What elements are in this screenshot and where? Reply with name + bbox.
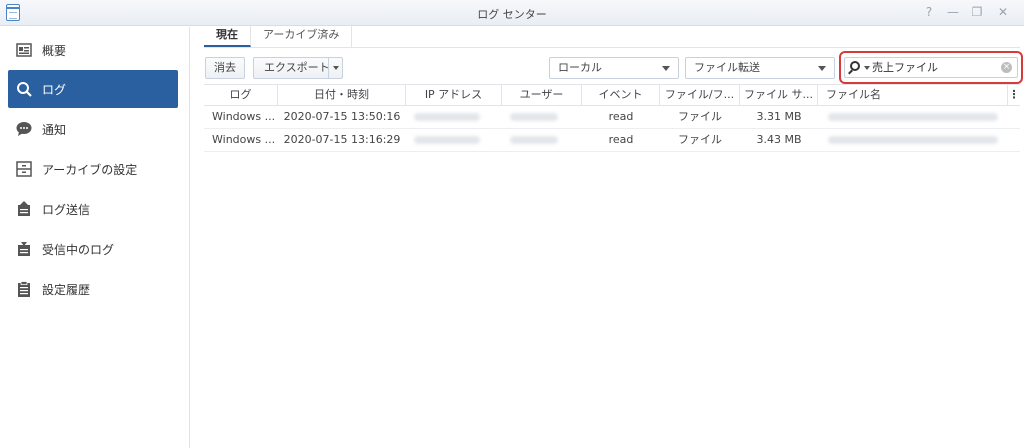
table-header: ログ 日付・時刻 IP アドレス ユーザー イベント ファイル/フ... ファイ… [204,84,1020,106]
chevron-down-icon [662,66,670,71]
search-icon[interactable] [850,61,860,71]
cell-log: Windows ... [212,110,276,123]
export-dropdown-icon[interactable] [328,58,342,78]
tab-bar: 現在 アーカイブ済み [204,24,353,47]
sidebar-item-log-send[interactable]: ログ送信 [8,190,178,228]
sidebar-item-log-receive[interactable]: 受信中のログ [8,230,178,268]
cell-datetime: 2020-07-15 13:16:29 [283,133,401,146]
clear-search-icon[interactable]: × [1001,62,1012,73]
column-header-file-type[interactable]: ファイル/フ... [660,85,740,106]
search-input-value: 売上ファイル [872,61,938,74]
overview-icon [16,42,32,58]
help-icon[interactable]: ? [922,5,936,19]
close-icon[interactable]: ✕ [996,5,1010,19]
cell-file-type: ファイル [678,110,722,123]
sidebar-item-label: 設定履歴 [42,282,91,297]
archive-icon [16,161,32,177]
redacted-user [510,136,558,144]
chat-icon [16,121,32,137]
column-header-datetime[interactable]: 日付・時刻 [278,85,406,106]
sidebar-item-label: 受信中のログ [42,242,115,257]
cell-event: read [608,133,634,146]
sidebar-item-label: アーカイブの設定 [42,162,138,177]
column-header-file-size[interactable]: ファイル サ... [740,85,818,106]
log-type-select-value: ファイル転送 [694,61,760,74]
column-header-ip-address[interactable]: IP アドレス [406,85,502,106]
tab-divider [204,47,1020,48]
cell-file-type: ファイル [678,133,722,146]
sidebar-item-label: ログ [42,82,67,97]
sidebar-item-label: ログ送信 [42,202,91,217]
redacted-file-name [828,113,998,121]
cell-file-size: 3.43 MB [756,133,802,146]
redacted-ip-address [414,136,480,144]
cell-log: Windows ... [212,133,276,146]
table-row[interactable]: Windows ... 2020-07-15 13:16:29 read ファイ… [204,129,1020,152]
column-header-file-name[interactable]: ファイル名 [818,85,1008,106]
clipboard-icon [16,281,32,297]
title-bar: ログ センター ? — ❐ ✕ [0,0,1024,26]
column-header-user[interactable]: ユーザー [502,85,582,106]
clear-button[interactable]: 消去 [205,57,245,79]
column-menu-icon[interactable]: ⋮ [1008,85,1020,106]
source-select[interactable]: ローカル [549,57,679,79]
log-receive-icon [16,241,32,257]
redacted-file-name [828,136,998,144]
export-button-label: エクスポート [264,61,330,74]
cell-event: read [608,110,634,123]
sidebar-item-label: 概要 [42,43,67,58]
sidebar-item-notification[interactable]: 通知 [8,110,178,148]
cell-datetime: 2020-07-15 13:50:16 [283,110,401,123]
cell-file-size: 3.31 MB [756,110,802,123]
search-input[interactable]: 売上ファイル × [844,57,1018,78]
sidebar-item-archive-settings[interactable]: アーカイブの設定 [8,150,178,188]
redacted-user [510,113,558,121]
column-header-log[interactable]: ログ [204,85,278,106]
sidebar-item-label: 通知 [42,122,67,137]
restore-icon[interactable]: ❐ [970,5,984,19]
sidebar-item-log[interactable]: ログ [8,70,178,108]
tab-archived[interactable]: アーカイブ済み [251,24,353,47]
sidebar-item-overview[interactable]: 概要 [8,31,178,69]
window-title: ログ センター [477,8,547,21]
sidebar: 概要 ログ 通知 アーカイブの設定 ログ送信 受信中のログ 設定履歴 [0,27,190,448]
search-options-caret-icon[interactable] [864,66,870,70]
minimize-icon[interactable]: — [946,5,960,19]
table-row[interactable]: Windows ... 2020-07-15 13:50:16 read ファイ… [204,106,1020,129]
source-select-value: ローカル [558,61,602,74]
tab-current[interactable]: 現在 [204,24,251,47]
log-send-icon [16,201,32,217]
search-highlight: 売上ファイル × [839,51,1023,84]
redacted-ip-address [414,113,480,121]
log-type-select[interactable]: ファイル転送 [685,57,835,79]
column-header-event[interactable]: イベント [582,85,660,106]
export-button[interactable]: エクスポート [253,57,343,79]
sidebar-item-settings-history[interactable]: 設定履歴 [8,270,178,308]
chevron-down-icon [818,66,826,71]
search-icon [16,81,32,97]
